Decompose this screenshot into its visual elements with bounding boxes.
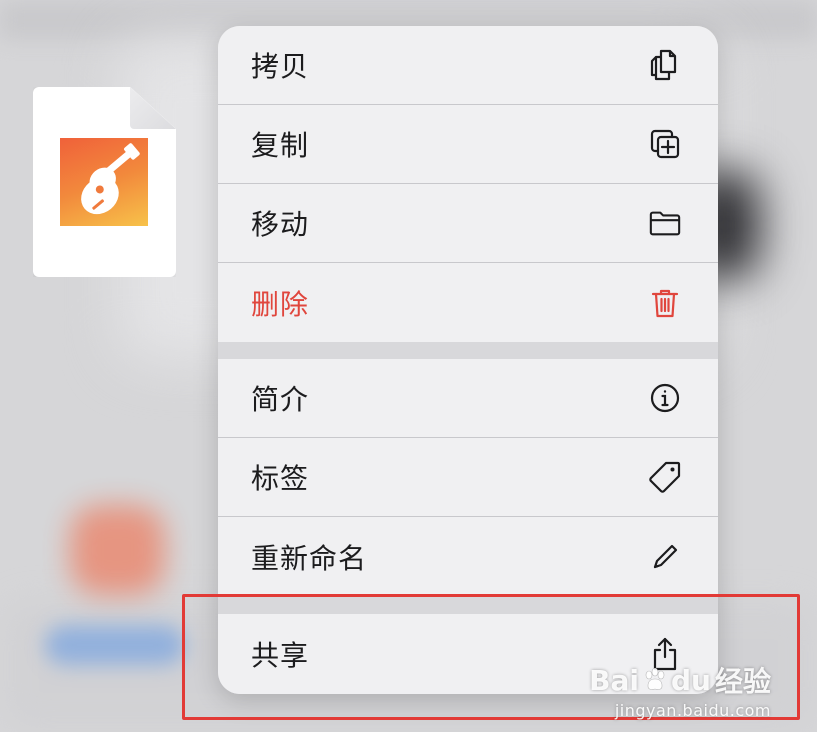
folder-icon <box>648 206 682 240</box>
screen: 拷贝 复制 移动 删除 简介 标签 重新命名 共享 Bai du 经验 jing… <box>0 0 817 732</box>
menu-item-copy[interactable]: 拷贝 <box>218 26 718 105</box>
watermark-brand-bai: Bai <box>589 663 639 697</box>
background-app-icon-blur <box>70 505 165 595</box>
menu-item-info[interactable]: 简介 <box>218 359 718 438</box>
baidu-jingyan-watermark: Bai du 经验 jingyan.baidu.com <box>589 660 771 721</box>
menu-item-rename[interactable]: 重新命名 <box>218 517 718 596</box>
menu-item-label: 删除 <box>251 287 310 321</box>
tag-icon <box>648 460 682 494</box>
menu-item-tags[interactable]: 标签 <box>218 438 718 517</box>
menu-item-label: 标签 <box>251 462 310 495</box>
garageband-icon <box>60 138 148 226</box>
menu-item-label: 移动 <box>251 208 310 241</box>
menu-item-label: 复制 <box>251 129 310 162</box>
copy-icon <box>648 48 682 82</box>
menu-item-duplicate[interactable]: 复制 <box>218 105 718 184</box>
paw-icon <box>645 667 665 690</box>
pencil-icon <box>648 540 682 574</box>
duplicate-icon <box>648 127 682 161</box>
menu-item-move[interactable]: 移动 <box>218 184 718 263</box>
trash-icon <box>648 286 682 320</box>
menu-item-label: 拷贝 <box>251 50 310 83</box>
info-icon <box>648 381 682 415</box>
watermark-brand-jingyan: 经验 <box>714 665 771 698</box>
menu-section-separator <box>218 342 718 359</box>
menu-item-label: 重新命名 <box>251 541 368 575</box>
background-label-blur <box>45 625 185 665</box>
menu-item-label: 简介 <box>251 383 310 416</box>
watermark-brand: Bai du 经验 <box>589 660 771 700</box>
menu-item-delete[interactable]: 删除 <box>218 263 718 342</box>
watermark-url: jingyan.baidu.com <box>614 701 771 720</box>
watermark-brand-du: du <box>671 663 711 697</box>
